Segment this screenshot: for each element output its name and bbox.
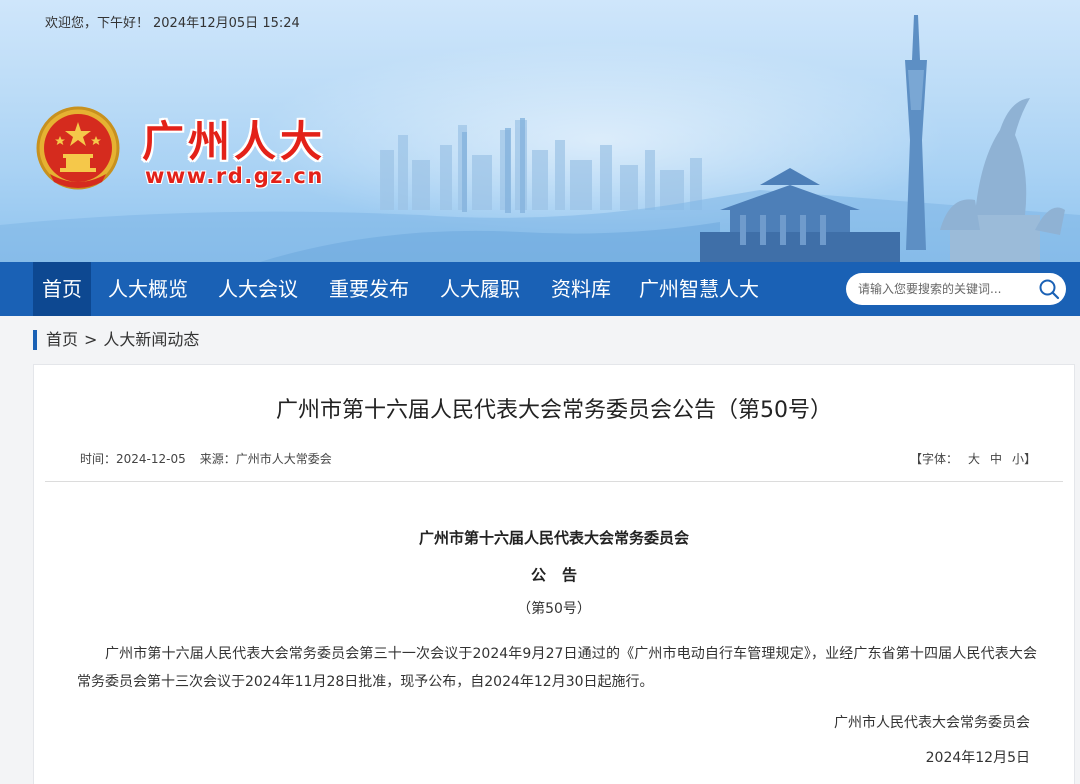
search-box: [846, 273, 1066, 305]
nav-item-meetings[interactable]: 人大会议: [212, 262, 304, 316]
current-datetime: 2024年12月05日 15:24: [153, 16, 300, 31]
site-logo-title[interactable]: 广州人大: [142, 108, 326, 169]
article-title: 广州市第十六届人民代表大会常务委员会公告（第50号）: [276, 398, 832, 423]
signature: 广州市人民代表大会常务委员会: [834, 715, 1030, 731]
publish-date: 2024-12-05: [116, 452, 186, 466]
breadcrumb-separator: >: [84, 330, 98, 349]
welcome-text: 欢迎您，下午好！ 2024年12月05日 15:24: [45, 12, 300, 31]
article-paragraph: 广州市第十六届人民代表大会常务委员会第三十一次会议于2024年9月27日通过的《…: [77, 646, 1037, 690]
font-size-large-button[interactable]: 大: [968, 452, 980, 466]
font-size-medium-button[interactable]: 中: [990, 452, 1002, 466]
breadcrumb-current[interactable]: 人大新闻动态: [103, 330, 199, 349]
nav-item-overview[interactable]: 人大概览: [102, 262, 194, 316]
article-source: 广州市人大常委会: [235, 452, 332, 466]
canton-tower: [905, 15, 927, 250]
signature-date: 2024年12月5日: [925, 750, 1030, 766]
font-size-label: 【字体：: [910, 452, 959, 466]
nav-item-home[interactable]: 首页: [33, 262, 91, 316]
font-size-bracket-close: 】: [1024, 452, 1037, 466]
nav-item-library[interactable]: 资料库: [545, 262, 617, 316]
article-meta: 时间：2024-12-05 来源：广州市人大常委会: [80, 450, 332, 467]
notice-number: （第50号）: [517, 601, 591, 617]
meta-divider: [45, 481, 1063, 482]
font-size-switcher: 【字体： 大中小】: [910, 450, 1036, 467]
header-banner: 欢迎您，下午好！ 2024年12月05日 15:24 广州人大 www.rd.gz…: [0, 0, 1080, 262]
breadcrumb-marker: [33, 330, 37, 350]
nav-item-smart-congress[interactable]: 广州智慧人大: [633, 262, 765, 316]
breadcrumb: 首页 > 人大新闻动态: [46, 330, 199, 350]
national-emblem-icon: [36, 106, 120, 190]
source-label: 来源：: [199, 452, 236, 466]
breadcrumb-home[interactable]: 首页: [46, 330, 78, 349]
notice-issuer-heading: 广州市第十六届人民代表大会常务委员会: [418, 529, 689, 547]
search-input[interactable]: [858, 273, 1028, 305]
notice-heading: 公告: [530, 566, 593, 584]
site-logo-url[interactable]: www.rd.gz.cn: [145, 164, 324, 188]
nav-item-duties[interactable]: 人大履职: [434, 262, 526, 316]
time-label: 时间：: [80, 452, 117, 466]
search-icon[interactable]: [1038, 278, 1060, 300]
nav-item-releases[interactable]: 重要发布: [323, 262, 415, 316]
greeting: 欢迎您，下午好！: [45, 16, 150, 31]
font-size-small-button[interactable]: 小: [1012, 452, 1024, 466]
